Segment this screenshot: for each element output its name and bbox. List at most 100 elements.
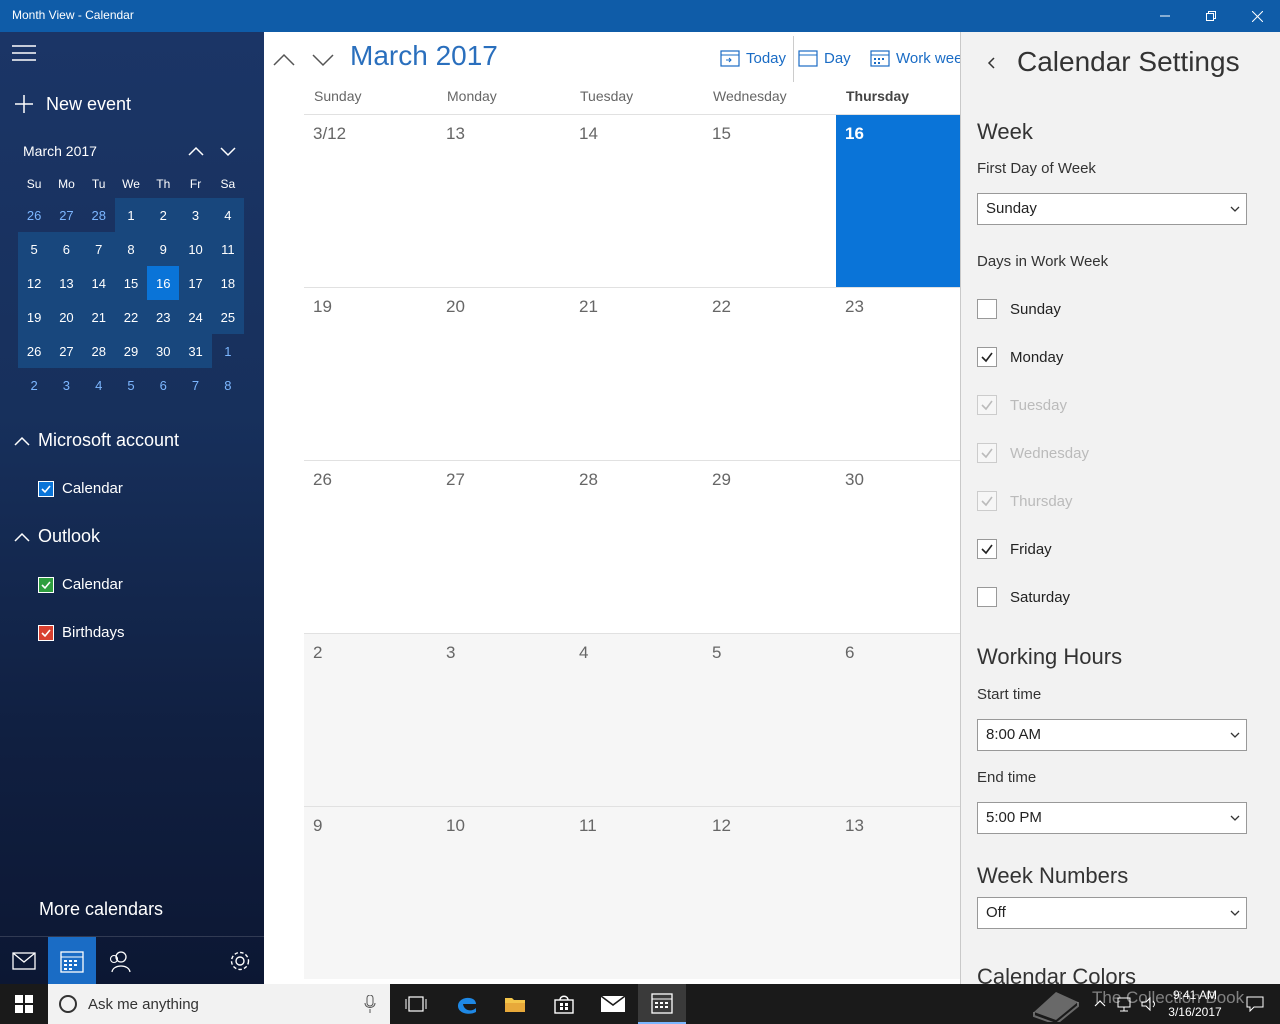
day-cell[interactable]: 28 [570,461,703,633]
mini-calendar-day[interactable]: 6 [147,368,179,402]
mini-calendar-day[interactable]: 18 [211,266,244,300]
task-view-button[interactable] [392,984,440,1024]
day-cell[interactable]: 4 [570,634,703,806]
day-cell[interactable]: 2 [304,634,437,806]
work-day-checkbox[interactable]: Sunday [977,299,1061,319]
calendar-checkbox[interactable] [38,576,54,593]
checkbox-box[interactable] [977,539,997,559]
mini-calendar-day[interactable]: 29 [114,334,148,368]
new-event-button[interactable]: New event [14,90,131,118]
mini-calendar-day[interactable]: 14 [82,266,115,300]
mini-calendar-day[interactable]: 27 [50,334,83,368]
day-cell[interactable]: 11 [570,807,703,979]
first-day-select[interactable]: Sunday [977,193,1247,225]
account-header-outlook[interactable]: Outlook [14,526,100,547]
day-cell[interactable]: 3 [437,634,570,806]
checkbox-box[interactable] [977,587,997,607]
mini-calendar-day[interactable]: 7 [82,232,115,266]
calendar-item-outlook-birthdays[interactable]: Birthdays [38,624,125,641]
mini-calendar-day[interactable]: 27 [50,198,82,232]
file-explorer-taskbar-button[interactable] [491,984,539,1024]
mini-calendar-day[interactable]: 15 [114,266,148,300]
mini-calendar-day[interactable]: 5 [115,368,147,402]
people-button[interactable] [96,937,144,984]
day-cell[interactable]: 20 [437,288,570,460]
mail-button[interactable] [0,937,48,984]
week-numbers-select[interactable]: Off [977,897,1247,929]
mini-calendar-day[interactable]: 28 [82,334,115,368]
mini-calendar-day[interactable]: 5 [18,232,51,266]
day-cell[interactable]: 30 [836,461,960,633]
mini-calendar-day[interactable]: 8 [212,368,244,402]
start-time-select[interactable]: 8:00 AM [977,719,1247,751]
action-center-icon[interactable] [1246,996,1264,1012]
mini-calendar-day[interactable]: 16 [147,266,180,300]
mini-calendar-day[interactable]: 25 [211,300,244,334]
chevron-up-icon[interactable] [1094,997,1106,1009]
mini-calendar-day[interactable]: 4 [211,198,244,232]
hamburger-menu-icon[interactable] [12,44,36,62]
mini-calendar-day[interactable]: 2 [147,198,180,232]
day-cell[interactable]: 6 [836,634,960,806]
mini-calendar-day[interactable]: 3 [179,198,212,232]
store-taskbar-button[interactable] [540,984,588,1024]
day-cell[interactable]: 27 [437,461,570,633]
today-button[interactable]: Today [720,46,786,70]
mini-calendar-day[interactable]: 3 [50,368,82,402]
mini-calendar-day[interactable]: 31 [179,334,212,368]
day-cell[interactable]: 9 [304,807,437,979]
network-icon[interactable] [1117,996,1135,1012]
minimize-button[interactable] [1142,0,1188,32]
day-cell[interactable]: 14 [570,115,703,287]
account-header-microsoft[interactable]: Microsoft account [14,430,179,451]
mail-taskbar-button[interactable] [589,984,637,1024]
close-button[interactable] [1234,0,1280,32]
edge-taskbar-button[interactable] [443,984,491,1024]
restore-button[interactable] [1188,0,1234,32]
calendar-item-outlook-calendar[interactable]: Calendar [38,576,123,593]
mini-calendar-day[interactable]: 17 [179,266,212,300]
day-cell[interactable]: 13 [836,807,960,979]
mini-calendar-next-icon[interactable] [217,140,239,162]
mini-calendar-day[interactable]: 7 [179,368,211,402]
calendar-item-microsoft-calendar[interactable]: Calendar [38,480,123,497]
previous-month-icon[interactable] [270,46,298,74]
day-cell[interactable]: 19 [304,288,437,460]
mini-calendar-day[interactable]: 11 [211,232,244,266]
mini-calendar-title[interactable]: March 2017 [23,143,97,159]
start-button[interactable] [0,984,48,1024]
mini-calendar-day[interactable]: 13 [50,266,83,300]
work-day-checkbox[interactable]: Friday [977,539,1052,559]
settings-button[interactable] [216,937,264,984]
mini-calendar-day[interactable]: 20 [50,300,83,334]
mini-calendar-day[interactable]: 30 [147,334,180,368]
mini-calendar-day[interactable]: 26 [18,334,51,368]
day-cell[interactable]: 29 [703,461,836,633]
work-day-checkbox[interactable]: Saturday [977,587,1070,607]
volume-icon[interactable] [1141,996,1159,1012]
day-cell[interactable]: 10 [437,807,570,979]
calendar-checkbox[interactable] [38,624,54,641]
mini-calendar-day[interactable]: 22 [114,300,148,334]
checkbox-box[interactable] [977,347,997,367]
day-cell[interactable]: 13 [437,115,570,287]
calendar-taskbar-button[interactable] [638,984,686,1024]
day-cell[interactable]: 15 [703,115,836,287]
work-week-view-button[interactable]: Work week [870,46,960,70]
day-cell[interactable]: 26 [304,461,437,633]
mini-calendar-day[interactable]: 9 [147,232,180,266]
work-day-checkbox[interactable]: Monday [977,347,1063,367]
day-cell[interactable]: 3/12 [304,115,437,287]
mini-calendar-day[interactable]: 12 [18,266,51,300]
cortana-search-box[interactable]: Ask me anything [48,984,390,1024]
day-cell[interactable]: 22 [703,288,836,460]
checkbox-box[interactable] [977,299,997,319]
month-title[interactable]: March 2017 [350,40,498,72]
mini-calendar-day[interactable]: 21 [82,300,115,334]
mini-calendar-day[interactable]: 26 [18,198,50,232]
calendar-checkbox[interactable] [38,480,54,497]
next-month-icon[interactable] [309,46,337,74]
mini-calendar-day[interactable]: 2 [18,368,50,402]
mini-calendar-prev-icon[interactable] [185,140,207,162]
back-arrow-icon[interactable] [983,52,999,74]
